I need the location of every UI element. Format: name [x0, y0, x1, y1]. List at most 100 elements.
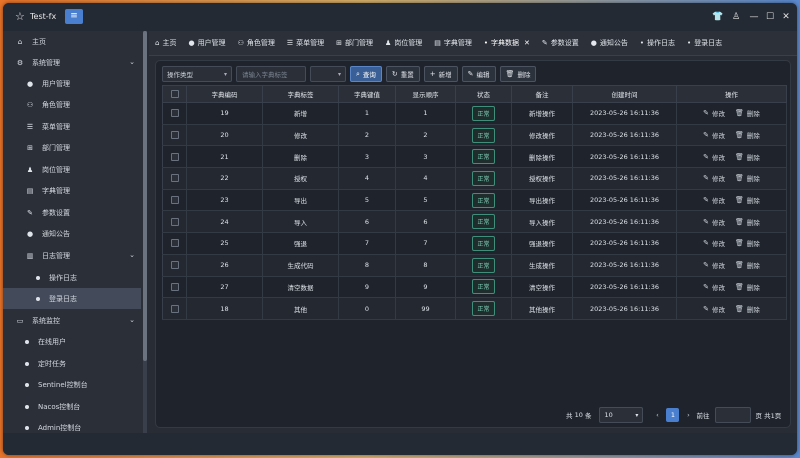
row-edit-button[interactable]: ✎ 修改	[703, 282, 725, 292]
row-edit-button[interactable]: ✎ 修改	[703, 238, 725, 248]
table-row[interactable]: 20 修改 2 2 正常 修改操作 2023-05-26 16:11:36 ✎ 修改 🗑 删除	[162, 124, 787, 147]
current-page-button[interactable]: 1	[666, 408, 680, 422]
tab-login-log[interactable]: • 登录日志	[681, 31, 728, 56]
tab-home[interactable]: ⌂ 主页	[149, 31, 182, 56]
sidebar-item-params[interactable]: ✎ 参数设置	[3, 202, 141, 223]
sidebar-item-sentinel[interactable]: Sentinel控制台	[3, 374, 141, 395]
tab-roles[interactable]: ⚇ 角色管理	[232, 31, 281, 56]
tab-notices[interactable]: ● 通知公告	[585, 31, 634, 56]
row-edit-button[interactable]: ✎ 修改	[703, 152, 725, 162]
tab-oper-log[interactable]: • 操作日志	[634, 31, 681, 56]
row-delete-button[interactable]: 🗑 删除	[735, 304, 760, 314]
sidebar-item-logs[interactable]: ▥ 日志管理 ⌄	[3, 245, 141, 266]
row-checkbox[interactable]	[162, 254, 187, 277]
row-delete-button[interactable]: 🗑 删除	[735, 130, 760, 140]
shirt-icon[interactable]: 👕	[711, 10, 725, 24]
user-icon[interactable]: ♙	[729, 10, 743, 24]
row-delete-button[interactable]: 🗑 删除	[735, 282, 760, 292]
row-delete-button[interactable]: 🗑 删除	[735, 260, 760, 270]
table-row[interactable]: 21 删除 3 3 正常 删除操作 2023-05-26 16:11:36 ✎ 修改 🗑 删除	[162, 145, 787, 169]
goto-page-input[interactable]	[714, 407, 751, 423]
sidebar-item-oper-log[interactable]: 操作日志	[3, 267, 141, 288]
row-delete-button[interactable]: 🗑 删除	[735, 173, 760, 183]
tab-dict-data[interactable]: • 字典数据 ✕	[478, 31, 536, 56]
delete-button[interactable]: 🗑 删除	[499, 66, 537, 82]
row-checkbox[interactable]	[162, 276, 187, 299]
row-edit-button[interactable]: ✎ 修改	[703, 195, 725, 205]
sidebar-item-monitor[interactable]: ▭ 系统监控 ⌄	[3, 310, 141, 331]
sidebar-item-departments[interactable]: ⊞ 部门管理	[3, 137, 141, 158]
row-delete-button[interactable]: 🗑 删除	[735, 195, 760, 205]
prev-page-button[interactable]: ‹	[651, 408, 663, 422]
sidebar-item-admin[interactable]: Admin控制台	[3, 417, 141, 433]
add-button[interactable]: + 新增	[423, 66, 458, 82]
sidebar-item-dict[interactable]: ▤ 字典管理	[3, 180, 141, 201]
sidebar-item-menus[interactable]: ☰ 菜单管理	[3, 116, 141, 137]
sidebar-item-home[interactable]: ⌂ 主页	[3, 31, 141, 52]
table-row[interactable]: 23 导出 5 5 正常 导出操作 2023-05-26 16:11:36 ✎ 修改 🗑 删除	[162, 189, 787, 212]
row-edit-button[interactable]: ✎ 修改	[703, 130, 725, 140]
sidebar-item-system[interactable]: ⚙ 系统管理 ⌄	[3, 52, 141, 73]
row-checkbox[interactable]	[162, 210, 187, 234]
select-all-checkbox[interactable]	[162, 85, 187, 103]
next-page-button[interactable]: ›	[682, 408, 694, 422]
column-header[interactable]: 字典编码	[186, 85, 263, 103]
column-header[interactable]: 字典标签	[262, 85, 339, 103]
row-checkbox[interactable]	[162, 167, 187, 190]
column-header[interactable]: 字典键值	[338, 85, 396, 103]
row-edit-button[interactable]: ✎ 修改	[703, 108, 725, 118]
tab-departments[interactable]: ⊞ 部门管理	[330, 31, 379, 56]
maximize-button[interactable]: ☐	[763, 10, 777, 24]
row-checkbox[interactable]	[162, 297, 187, 320]
column-header[interactable]: 创建时间	[572, 85, 677, 103]
tab-users[interactable]: ● 用户管理	[182, 31, 231, 56]
row-delete-button[interactable]: 🗑 删除	[735, 217, 760, 227]
row-checkbox[interactable]	[162, 102, 187, 125]
tab-dict[interactable]: ▤ 字典管理	[428, 31, 478, 56]
row-delete-button[interactable]: 🗑 删除	[735, 238, 760, 248]
close-tab-icon[interactable]: ✕	[524, 39, 530, 47]
table-row[interactable]: 27 清空数据 9 9 正常 清空操作 2023-05-26 16:11:36 ✎ 修改 🗑 删除	[162, 276, 787, 299]
sidebar-scrollbar-thumb[interactable]	[143, 31, 147, 361]
query-button[interactable]: ⌕ 查询	[350, 66, 382, 82]
table-row[interactable]: 25 强退 7 7 正常 强退操作 2023-05-26 16:11:36 ✎ 修改 🗑 删除	[162, 232, 787, 255]
column-header[interactable]: 备注	[511, 85, 573, 103]
table-row[interactable]: 26 生成代码 8 8 正常 生成操作 2023-05-26 16:11:36 ✎ 修改 🗑 删除	[162, 254, 787, 277]
sidebar-item-login-log[interactable]: 登录日志	[3, 288, 141, 309]
reset-button[interactable]: ↻ 重置	[385, 66, 420, 82]
table-row[interactable]: 24 导入 6 6 正常 导入操作 2023-05-26 16:11:36 ✎ 修改 🗑 删除	[162, 210, 787, 234]
sidebar-item-roles[interactable]: ⚇ 角色管理	[3, 94, 141, 115]
label-search-input[interactable]: 请输入字典标签	[236, 66, 306, 82]
row-checkbox[interactable]	[162, 232, 187, 255]
table-row[interactable]: 22 授权 4 4 正常 授权操作 2023-05-26 16:11:36 ✎ 修改 🗑 删除	[162, 167, 787, 190]
close-button[interactable]: ✕	[779, 10, 793, 24]
minimize-button[interactable]: —	[747, 10, 761, 24]
menu-toggle-button[interactable]: ≡	[65, 9, 83, 24]
column-header[interactable]: 状态	[455, 85, 512, 103]
status-select[interactable]: ▾	[310, 66, 346, 82]
tab-params[interactable]: ✎ 参数设置	[536, 31, 585, 56]
column-header[interactable]: 显示顺序	[395, 85, 456, 103]
sidebar-item-notices[interactable]: ● 通知公告	[3, 223, 141, 244]
row-edit-button[interactable]: ✎ 修改	[703, 304, 725, 314]
table-row[interactable]: 18 其他 0 99 正常 其他操作 2023-05-26 16:11:36 ✎ 修改 🗑 删除	[162, 297, 787, 320]
row-checkbox[interactable]	[162, 145, 187, 169]
page-size-select[interactable]: 10 ▾	[599, 407, 644, 423]
type-select[interactable]: 操作类型 ▾	[162, 66, 232, 82]
row-edit-button[interactable]: ✎ 修改	[703, 173, 725, 183]
sidebar-item-users[interactable]: ● 用户管理	[3, 73, 141, 94]
sidebar-item-jobs[interactable]: 定时任务	[3, 353, 141, 374]
table-row[interactable]: 19 新增 1 1 正常 新增操作 2023-05-26 16:11:36 ✎ 修改 🗑 删除	[162, 102, 787, 125]
tab-posts[interactable]: ♟ 岗位管理	[379, 31, 428, 56]
column-header[interactable]: 操作	[676, 85, 787, 103]
edit-button[interactable]: ✎ 编辑	[461, 66, 496, 82]
tab-menus[interactable]: ☰ 菜单管理	[281, 31, 330, 56]
row-delete-button[interactable]: 🗑 删除	[735, 108, 760, 118]
sidebar-item-online[interactable]: 在线用户	[3, 331, 141, 352]
sidebar-item-nacos[interactable]: Nacos控制台	[3, 396, 141, 417]
row-edit-button[interactable]: ✎ 修改	[703, 217, 725, 227]
row-checkbox[interactable]	[162, 189, 187, 212]
row-edit-button[interactable]: ✎ 修改	[703, 260, 725, 270]
sidebar-item-posts[interactable]: ♟ 岗位管理	[3, 159, 141, 180]
row-delete-button[interactable]: 🗑 删除	[735, 152, 760, 162]
